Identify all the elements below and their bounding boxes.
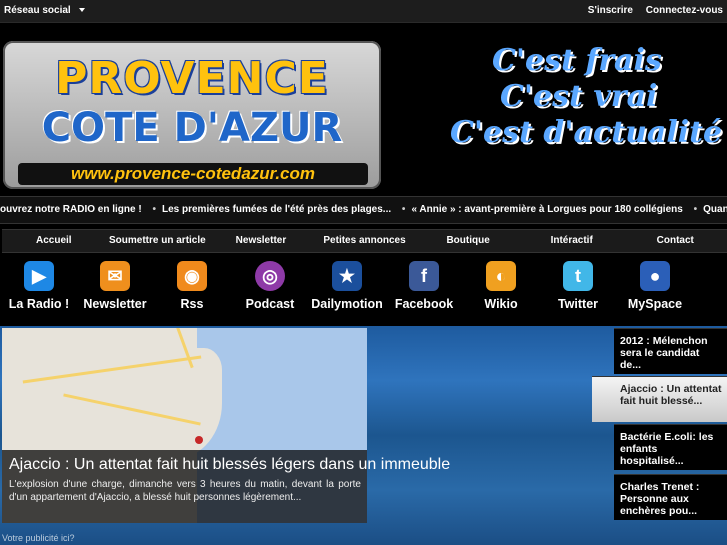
wikio-icon: ◐ (486, 261, 516, 291)
site-logo[interactable]: PROVENCE COTE D'AZUR www.provence-coteda… (3, 41, 381, 189)
podcast-icon: ◎ (255, 261, 285, 291)
rss-icon: ◉ (177, 261, 207, 291)
dailymotion-icon: ★ (332, 261, 362, 291)
main-content: Ajaccio : Un attentat fait huit blessés … (0, 326, 727, 545)
ad-link[interactable]: Votre publicité ici? (2, 533, 75, 543)
feature-text: L'explosion d'une charge, dimanche vers … (9, 479, 361, 503)
play-icon: ▶ (24, 261, 54, 291)
slogan-line3: C'est d'actualité ! (450, 115, 727, 150)
login-link[interactable]: Connectez-vous (646, 5, 723, 16)
logo-line2: COTE D'AZUR (41, 105, 343, 151)
rss-link[interactable]: ◉ Rss (147, 258, 237, 311)
map-pin-icon (195, 436, 203, 444)
headline-item[interactable]: Charles Trenet : Personne aux enchères p… (614, 474, 727, 520)
news-ticker: ouvrez notre RADIO en ligne ! • Les premi… (0, 196, 727, 224)
ticker-item[interactable]: Quand l'archéologie (703, 204, 727, 215)
headline-item[interactable]: Bactérie E.coli: les enfants hospitalisé… (614, 424, 727, 470)
headline-item-active[interactable]: Ajaccio : Un attentat fait huit blessé..… (592, 376, 727, 422)
feature-caption[interactable]: Ajaccio : Un attentat fait huit blessés … (2, 450, 450, 523)
nav-newsletter[interactable]: Newsletter (209, 230, 313, 252)
facebook-icon: f (409, 261, 439, 291)
nav-soumettre[interactable]: Soumettre un article (106, 230, 210, 252)
slogan-line2: C'est vrai (500, 79, 658, 114)
bullet: • (152, 204, 156, 215)
logo-line1: PROVENCE (55, 53, 329, 104)
icon-label: Rss (180, 297, 204, 311)
social-network-label: Réseau social (4, 5, 71, 16)
site-header: PROVENCE COTE D'AZUR www.provence-coteda… (0, 23, 727, 195)
main-nav: Accueil Soumettre un article Newsletter … (2, 229, 727, 253)
nav-boutique[interactable]: Boutique (416, 230, 520, 252)
ticker-item[interactable]: ouvrez notre RADIO en ligne ! (0, 204, 142, 215)
bullet: • (693, 204, 698, 215)
mail-icon: ✉ (100, 261, 130, 291)
icon-label: MySpace (627, 297, 683, 311)
ticker-item[interactable]: Les premières fumées de l'été près des p… (162, 204, 391, 215)
myspace-link[interactable]: ● MySpace (610, 258, 700, 311)
nav-petites-annonces[interactable]: Petites annonces (313, 230, 417, 252)
nav-accueil[interactable]: Accueil (2, 230, 106, 252)
myspace-icon: ● (640, 261, 670, 291)
bullet: • (401, 204, 406, 215)
nav-contact[interactable]: Contact (623, 230, 727, 252)
chevron-down-icon (78, 8, 85, 13)
logo-url: www.provence-cotedazur.com (18, 163, 368, 185)
nav-interactif[interactable]: Intéractif (520, 230, 624, 252)
slogan: C'est frais C'est vrai C'est d'actualité… (440, 43, 727, 151)
social-icons-bar: ▶ La Radio ! ✉ Newsletter ◉ Rss ◎ Podcast ★ D… (0, 258, 727, 318)
twitter-icon: t (563, 261, 593, 291)
slogan-line1: C'est frais (492, 43, 662, 78)
top-bar: Réseau social S'inscrire Connectez-vous (0, 0, 727, 23)
signup-link[interactable]: S'inscrire (588, 5, 633, 16)
ticker-item[interactable]: « Annie » : avant-première à Lorgues pou… (411, 204, 682, 215)
headline-item[interactable]: 2012 : Mélenchon sera le candidat de... (614, 328, 727, 374)
feature-title[interactable]: Ajaccio : Un attentat fait huit blessés … (9, 456, 450, 474)
social-network-menu[interactable]: Réseau social (4, 5, 85, 16)
